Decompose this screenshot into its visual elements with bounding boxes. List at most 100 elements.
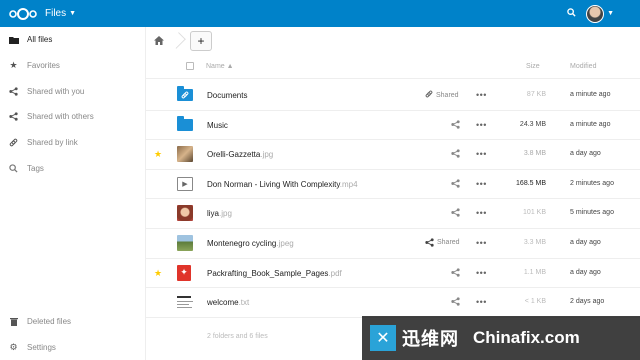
sidebar-item-all-files[interactable]: All files — [0, 27, 145, 53]
file-size: 168.5 MB — [516, 179, 546, 187]
sidebar-item-label: Favorites — [27, 61, 60, 71]
watermark-brand-en: Chinafix.com — [473, 328, 580, 347]
file-size: 3.3 MB — [523, 239, 546, 246]
image-thumbnail — [177, 235, 195, 251]
more-actions-icon[interactable]: ••• — [476, 149, 487, 159]
image-thumbnail — [177, 205, 195, 222]
more-actions-icon[interactable]: ••• — [476, 90, 487, 100]
sidebar-item-label: Shared with you — [27, 86, 85, 96]
file-size: 3.8 MB — [523, 150, 546, 158]
more-actions-icon[interactable]: ••• — [476, 179, 487, 189]
nextcloud-logo-icon[interactable] — [8, 7, 38, 21]
favorite-star-icon[interactable]: ★ — [154, 268, 164, 279]
share-icon — [451, 267, 460, 277]
table-row[interactable]: ★ Orelli-Gazzetta.jpg ••• 3.8 MB a day a… — [146, 140, 640, 170]
file-name[interactable]: Montenegro cycling.jpeg — [207, 239, 294, 248]
file-size: 87 KB — [526, 91, 546, 98]
sidebar-item-favorites[interactable]: ★ Favorites — [0, 53, 145, 79]
image-thumbnail — [177, 146, 195, 163]
sidebar-item-label: All files — [27, 35, 53, 45]
search-icon[interactable] — [567, 8, 576, 19]
sort-ascending-icon: ▲ — [226, 62, 234, 70]
share-button[interactable] — [451, 267, 460, 277]
sidebar-item-label: Tags — [27, 163, 44, 173]
more-actions-icon[interactable]: ••• — [476, 120, 487, 130]
gear-icon: ⚙ — [9, 341, 18, 352]
video-icon: ▶ — [177, 176, 195, 192]
breadcrumb: + — [146, 27, 640, 54]
app-menu-button[interactable]: Files ▼ — [45, 8, 76, 19]
share-button[interactable] — [451, 208, 460, 218]
share-icon — [451, 297, 460, 306]
table-header: Name ▲ Size Modified — [146, 54, 640, 79]
file-size: 24.3 MB — [519, 120, 546, 128]
share-icon — [8, 111, 19, 122]
pdf-icon: ✦ — [177, 264, 195, 281]
folder-icon — [177, 115, 195, 133]
shared-label: Shared — [437, 239, 460, 246]
more-actions-icon[interactable]: ••• — [476, 208, 487, 218]
caret-down-icon: ▼ — [69, 10, 77, 17]
file-list-area: + Name ▲ Size Modified Documents Shared … — [146, 27, 640, 360]
table-row[interactable]: Music ••• 24.3 MB a minute ago — [146, 111, 640, 141]
table-row[interactable]: Montenegro cycling.jpeg Shared ••• 3.3 M… — [146, 229, 640, 259]
file-name[interactable]: welcome.txt — [207, 298, 249, 307]
link-icon — [425, 90, 433, 100]
sidebar: All files ★ Favorites Shared with you Sh… — [0, 27, 146, 360]
chinafix-logo-icon: ✕ — [370, 325, 396, 351]
new-button[interactable]: + — [190, 30, 212, 51]
sort-by-size[interactable]: Size — [526, 63, 540, 70]
file-modified: a day ago — [570, 239, 601, 246]
shared-folder-icon — [177, 86, 195, 103]
sidebar-item-label: Settings — [27, 342, 56, 352]
file-name[interactable]: Packrafting_Book_Sample_Pages.pdf — [207, 269, 342, 278]
more-actions-icon[interactable]: ••• — [476, 268, 487, 278]
sort-by-name[interactable]: Name ▲ — [206, 63, 234, 70]
share-button[interactable] — [451, 179, 460, 188]
tag-icon — [8, 163, 19, 174]
sidebar-item-shared-by-link[interactable]: Shared by link — [0, 130, 145, 156]
more-actions-icon[interactable]: ••• — [476, 238, 487, 248]
sidebar-item-tags[interactable]: Tags — [0, 155, 145, 181]
favorite-star-icon[interactable]: ★ — [154, 149, 164, 160]
share-button[interactable] — [451, 149, 460, 158]
file-name[interactable]: Documents — [207, 91, 247, 100]
table-row[interactable]: liya.jpg ••• 101 KB 5 minutes ago — [146, 199, 640, 229]
share-button[interactable] — [451, 119, 460, 129]
table-row[interactable]: Documents Shared ••• 87 KB a minute ago — [146, 81, 640, 111]
file-name[interactable]: Music — [207, 121, 228, 130]
file-name[interactable]: Orelli-Gazzetta.jpg — [207, 150, 273, 159]
table-row[interactable]: ★ ✦ Packrafting_Book_Sample_Pages.pdf ••… — [146, 259, 640, 289]
caret-down-icon: ▼ — [607, 10, 614, 17]
sidebar-item-shared-with-others[interactable]: Shared with others — [0, 104, 145, 130]
share-icon — [451, 208, 460, 218]
sidebar-item-shared-with-you[interactable]: Shared with you — [0, 78, 145, 104]
table-row[interactable]: welcome.txt ••• < 1 KB 2 days ago — [146, 288, 640, 318]
file-name[interactable]: Don Norman - Living With Complexity.mp4 — [207, 180, 358, 189]
more-actions-icon[interactable]: ••• — [476, 297, 487, 307]
file-modified: 2 days ago — [570, 298, 605, 306]
file-modified: a day ago — [570, 150, 601, 158]
select-all-checkbox[interactable] — [186, 62, 194, 70]
shared-link-button[interactable]: Shared — [425, 90, 459, 100]
file-name[interactable]: liya.jpg — [207, 209, 232, 218]
user-menu[interactable]: ▼ — [586, 4, 614, 23]
share-icon — [8, 86, 19, 97]
plus-icon: + — [197, 33, 205, 48]
link-icon — [8, 137, 19, 148]
top-header: Files ▼ ▼ — [0, 0, 640, 27]
share-icon — [451, 119, 460, 129]
sidebar-item-settings[interactable]: ⚙ Settings — [0, 334, 145, 360]
sort-by-modified[interactable]: Modified — [570, 63, 596, 70]
text-file-thumbnail — [177, 294, 195, 310]
share-button[interactable] — [451, 297, 460, 306]
file-size: < 1 KB — [524, 298, 546, 306]
breadcrumb-separator — [174, 27, 184, 54]
star-icon: ★ — [9, 60, 18, 71]
table-row[interactable]: ▶ Don Norman - Living With Complexity.mp… — [146, 170, 640, 200]
sidebar-item-deleted-files[interactable]: Deleted files — [0, 308, 145, 334]
shared-button[interactable]: Shared — [425, 238, 460, 247]
shared-label: Shared — [436, 91, 459, 99]
sidebar-item-label: Shared by link — [27, 138, 78, 148]
app-title: Files — [45, 8, 67, 19]
